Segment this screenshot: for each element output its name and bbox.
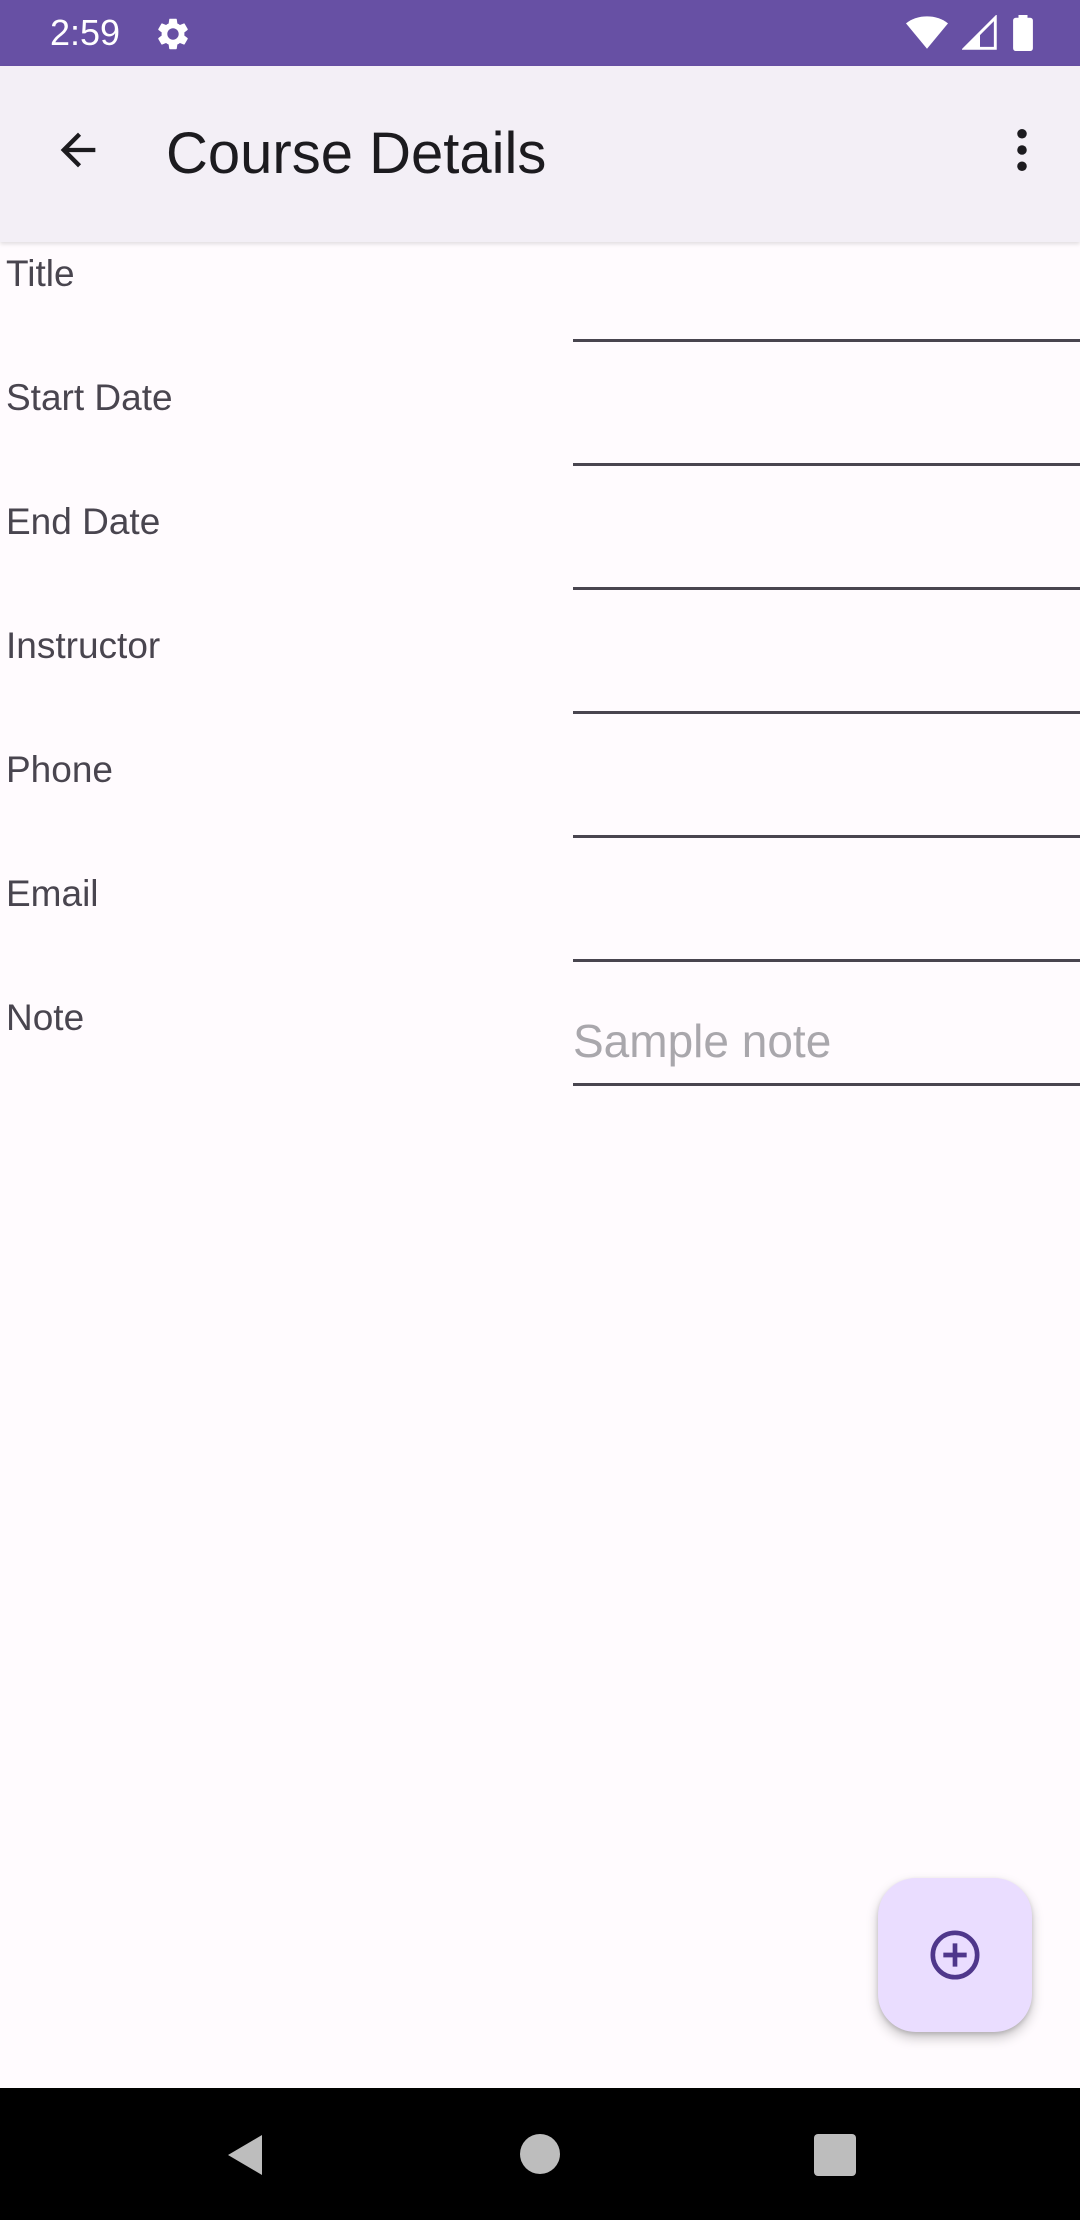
phone-label: Phone: [6, 749, 113, 790]
back-button[interactable]: [40, 112, 116, 188]
note-input[interactable]: [573, 1006, 1080, 1086]
email-label: Email: [6, 873, 99, 914]
page-title: Course Details: [166, 121, 547, 186]
title-input[interactable]: [573, 262, 1080, 342]
nav-home-icon[interactable]: [520, 2134, 560, 2174]
status-bar: 2:59: [0, 0, 1080, 66]
nav-back-icon[interactable]: [222, 2130, 270, 2180]
arrow-back-icon: [60, 132, 96, 168]
signal-icon: [962, 15, 997, 50]
email-row: Email: [0, 862, 1080, 986]
end-date-input[interactable]: [573, 510, 1080, 590]
course-form: Title Start Date End Date Instructor Pho…: [0, 242, 1080, 1110]
more-options-button[interactable]: [984, 112, 1060, 188]
nav-recents-icon[interactable]: [814, 2134, 856, 2176]
more-vert-icon: [1017, 128, 1027, 172]
phone-row: Phone: [0, 738, 1080, 862]
instructor-input[interactable]: [573, 634, 1080, 714]
start-date-input[interactable]: [573, 386, 1080, 466]
add-circle-icon: [930, 1930, 980, 1980]
start-date-row: Start Date: [0, 366, 1080, 490]
note-label: Note: [6, 997, 85, 1038]
end-date-row: End Date: [0, 490, 1080, 614]
system-nav-bar: [0, 2088, 1080, 2220]
settings-icon: [158, 18, 188, 50]
email-input[interactable]: [573, 882, 1080, 962]
instructor-row: Instructor: [0, 614, 1080, 738]
wifi-icon: [906, 16, 948, 49]
add-fab-button[interactable]: [878, 1878, 1032, 2032]
status-time: 2:59: [50, 12, 121, 53]
battery-icon: [1013, 15, 1033, 51]
start-date-label: Start Date: [6, 377, 173, 418]
status-icons: [906, 14, 1034, 52]
instructor-label: Instructor: [6, 625, 161, 666]
title-label: Title: [6, 253, 75, 294]
app-bar: Course Details: [0, 66, 1080, 242]
end-date-label: End Date: [6, 501, 161, 542]
note-row: Note: [0, 986, 1080, 1110]
phone-input[interactable]: [573, 758, 1080, 838]
title-row: Title: [0, 242, 1080, 366]
